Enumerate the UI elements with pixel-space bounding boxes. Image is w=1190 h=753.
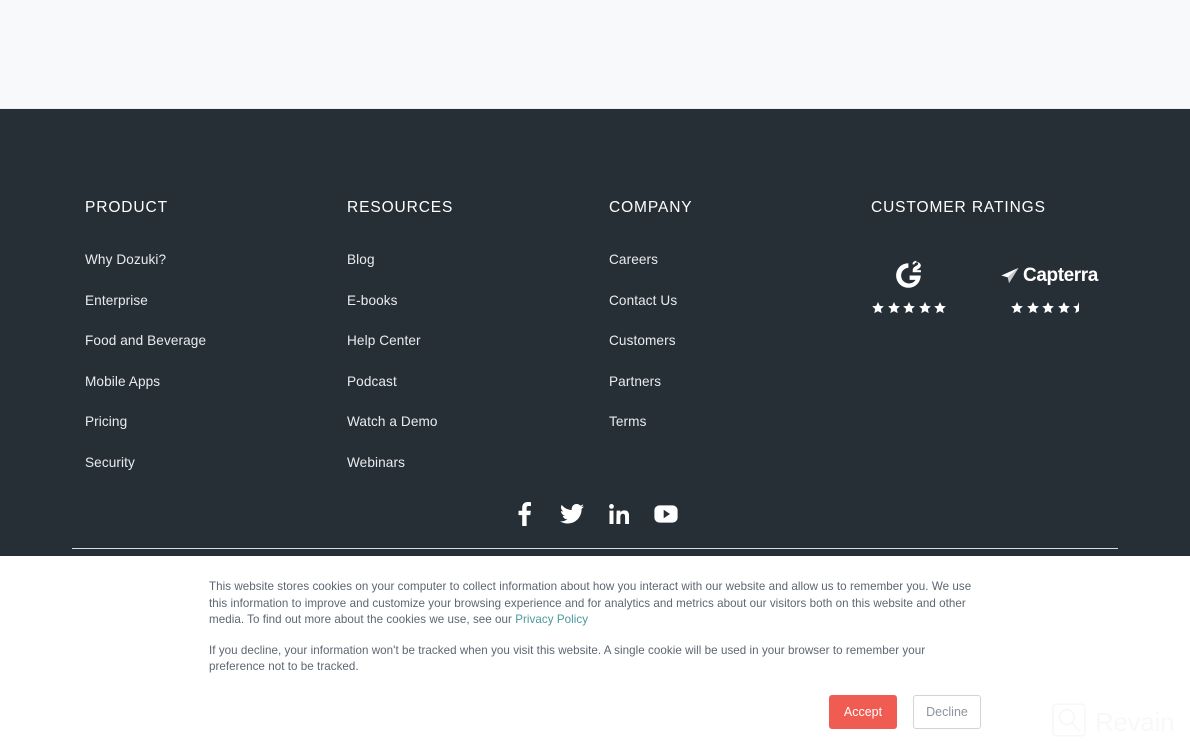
list-item: Podcast bbox=[347, 373, 609, 391]
footer-link-careers[interactable]: Careers bbox=[609, 252, 658, 267]
list-item: Blog bbox=[347, 251, 609, 269]
list-item: E-books bbox=[347, 292, 609, 310]
paper-plane-icon bbox=[1001, 267, 1019, 284]
footer-link-contact-us[interactable]: Contact Us bbox=[609, 293, 677, 308]
social-link-facebook[interactable] bbox=[512, 501, 538, 527]
decline-cookies-button[interactable]: Decline bbox=[913, 695, 981, 729]
footer-links-product: Why Dozuki? Enterprise Food and Beverage… bbox=[85, 251, 347, 472]
footer-links-company: Careers Contact Us Customers Partners Te… bbox=[609, 251, 871, 431]
footer-link-columns: PRODUCT Why Dozuki? Enterprise Food and … bbox=[85, 199, 1120, 494]
privacy-policy-link[interactable]: Privacy Policy bbox=[515, 613, 588, 626]
twitter-icon bbox=[559, 504, 584, 524]
footer-link-pricing[interactable]: Pricing bbox=[85, 414, 127, 429]
list-item: Security bbox=[85, 454, 347, 472]
footer-link-podcast[interactable]: Podcast bbox=[347, 374, 397, 389]
list-item: Enterprise bbox=[85, 292, 347, 310]
rating-badge-g2[interactable] bbox=[871, 259, 947, 315]
footer-link-terms[interactable]: Terms bbox=[609, 414, 647, 429]
footer-link-e-books[interactable]: E-books bbox=[347, 293, 398, 308]
social-link-linkedin[interactable] bbox=[606, 501, 632, 527]
list-item: Food and Beverage bbox=[85, 332, 347, 350]
youtube-icon bbox=[653, 505, 678, 523]
footer-column-resources: RESOURCES Blog E-books Help Center Podca… bbox=[347, 199, 609, 494]
footer-link-security[interactable]: Security bbox=[85, 455, 135, 470]
facebook-icon bbox=[517, 502, 532, 526]
list-item: Mobile Apps bbox=[85, 373, 347, 391]
footer-heading-customer-ratings: CUSTOMER RATINGS bbox=[871, 199, 1046, 216]
footer-heading-resources: RESOURCES bbox=[347, 199, 454, 216]
g2-logo-icon bbox=[892, 259, 926, 293]
revain-logo-icon bbox=[1052, 703, 1086, 742]
social-links bbox=[0, 501, 1190, 527]
list-item: Webinars bbox=[347, 454, 609, 472]
half-star-icon bbox=[1073, 302, 1080, 314]
cookie-paragraph-1: This website stores cookies on your comp… bbox=[209, 579, 981, 629]
list-item: Watch a Demo bbox=[347, 413, 609, 431]
rating-badge-capterra[interactable]: Capterra bbox=[999, 259, 1098, 315]
capterra-wordmark: Capterra bbox=[1023, 265, 1098, 286]
list-item: Pricing bbox=[85, 413, 347, 431]
footer-links-resources: Blog E-books Help Center Podcast Watch a… bbox=[347, 251, 609, 472]
capterra-logo-icon: Capterra bbox=[999, 259, 1098, 293]
cookie-banner-text: This website stores cookies on your comp… bbox=[209, 579, 981, 676]
cookie-banner-actions: Accept Decline bbox=[209, 695, 981, 729]
footer-link-partners[interactable]: Partners bbox=[609, 374, 661, 389]
footer-link-watch-a-demo[interactable]: Watch a Demo bbox=[347, 414, 438, 429]
revain-wordmark: Revain bbox=[1095, 707, 1175, 737]
cookie-paragraph-1-text: This website stores cookies on your comp… bbox=[209, 580, 972, 627]
capterra-star-rating bbox=[1010, 301, 1086, 315]
footer-divider bbox=[72, 548, 1118, 549]
list-item: Careers bbox=[609, 251, 871, 269]
list-item: Partners bbox=[609, 373, 871, 391]
g2-star-rating bbox=[871, 301, 947, 315]
footer-link-mobile-apps[interactable]: Mobile Apps bbox=[85, 374, 160, 389]
footer-link-customers[interactable]: Customers bbox=[609, 333, 676, 348]
footer-link-food-and-beverage[interactable]: Food and Beverage bbox=[85, 333, 206, 348]
rating-badges: Capterra bbox=[871, 251, 1120, 315]
linkedin-icon bbox=[608, 504, 629, 524]
list-item: Terms bbox=[609, 413, 871, 431]
footer-heading-product: PRODUCT bbox=[85, 199, 168, 216]
footer-column-company: COMPANY Careers Contact Us Customers Par… bbox=[609, 199, 871, 494]
footer-link-why-dozuki[interactable]: Why Dozuki? bbox=[85, 252, 166, 267]
footer-column-customer-ratings: CUSTOMER RATINGS Capterra bbox=[871, 199, 1120, 494]
social-link-twitter[interactable] bbox=[559, 501, 585, 527]
footer-link-webinars[interactable]: Webinars bbox=[347, 455, 405, 470]
list-item: Contact Us bbox=[609, 292, 871, 310]
page-top-area bbox=[0, 0, 1190, 109]
cookie-paragraph-2: If you decline, your information won't b… bbox=[209, 643, 926, 674]
footer-link-help-center[interactable]: Help Center bbox=[347, 333, 421, 348]
social-link-youtube[interactable] bbox=[653, 501, 679, 527]
list-item: Customers bbox=[609, 332, 871, 350]
list-item: Why Dozuki? bbox=[85, 251, 347, 269]
footer-heading-company: COMPANY bbox=[609, 199, 693, 216]
revain-watermark: Revain bbox=[1052, 703, 1174, 742]
footer-column-product: PRODUCT Why Dozuki? Enterprise Food and … bbox=[85, 199, 347, 494]
accept-cookies-button[interactable]: Accept bbox=[829, 695, 897, 729]
footer-link-blog[interactable]: Blog bbox=[347, 252, 375, 267]
cookie-consent-banner: This website stores cookies on your comp… bbox=[0, 556, 1190, 753]
list-item: Help Center bbox=[347, 332, 609, 350]
footer-link-enterprise[interactable]: Enterprise bbox=[85, 293, 148, 308]
